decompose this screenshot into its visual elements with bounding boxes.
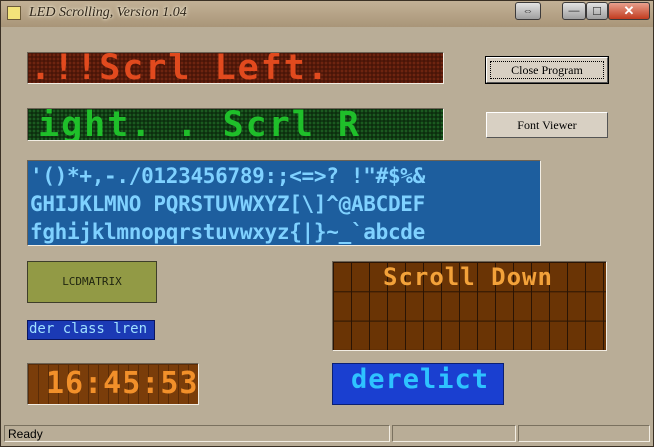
matrix-line-1: '()*+,-./0123456789:;<=>? !"#$%&: [30, 164, 425, 188]
lcd-matrix-display: LCDMATRIX: [27, 261, 157, 303]
small-scroll-text: der class lren: [29, 321, 148, 337]
font-viewer-label: Font Viewer: [517, 117, 577, 132]
derelict-display: derelict: [332, 363, 504, 405]
font-viewer-button[interactable]: Font Viewer: [486, 112, 608, 138]
font-matrix-display: '()*+,-./0123456789:;<=>? !"#$%& GHIJKLM…: [27, 160, 541, 246]
derelict-text: derelict: [351, 364, 490, 395]
focus-rect: [490, 61, 604, 79]
close-program-button[interactable]: Close Program: [485, 56, 609, 84]
status-main: Ready: [4, 425, 390, 442]
scroll-left-text: .!!Scrl Left.: [30, 52, 330, 84]
app-window: LED Scrolling, Version 1.04 ⇔ — ☐ ✕ .!!S…: [0, 0, 654, 447]
main-panel: .!!Scrl Left. ight. . Scrl R Close Progr…: [8, 28, 647, 423]
swap-icon[interactable]: ⇔: [515, 2, 541, 20]
status-pane-2: [392, 425, 516, 442]
scroll-down-display: Scroll Down: [332, 261, 607, 351]
matrix-line-2: GHIJKLMNO PQRSTUVWXYZ[\]^@ABCDEF: [30, 192, 425, 216]
window-title: LED Scrolling, Version 1.04: [29, 5, 187, 20]
maximize-button[interactable]: ☐: [586, 2, 608, 20]
status-text: Ready: [8, 427, 43, 441]
clock-text: 16:45:53: [46, 366, 199, 401]
scroll-down-text: Scroll Down: [383, 263, 553, 291]
lcd-matrix-text: LCDMATRIX: [62, 275, 122, 288]
status-pane-3: [518, 425, 650, 442]
scroll-left-display: .!!Scrl Left.: [27, 52, 444, 84]
clock-display: 16:45:53: [27, 363, 199, 405]
close-window-button[interactable]: ✕: [608, 2, 650, 20]
minimize-button[interactable]: —: [562, 2, 586, 20]
small-scroll-display: der class lren: [27, 320, 155, 340]
app-icon: [7, 6, 21, 20]
title-bar[interactable]: LED Scrolling, Version 1.04 ⇔ — ☐ ✕: [1, 1, 653, 27]
scroll-right-text: ight. . Scrl R: [38, 108, 362, 141]
scroll-right-display: ight. . Scrl R: [27, 108, 444, 141]
status-bar: Ready: [1, 422, 653, 446]
matrix-line-3: fghijklmnopqrstuvwxyz{|}~_`abcde: [30, 220, 425, 244]
